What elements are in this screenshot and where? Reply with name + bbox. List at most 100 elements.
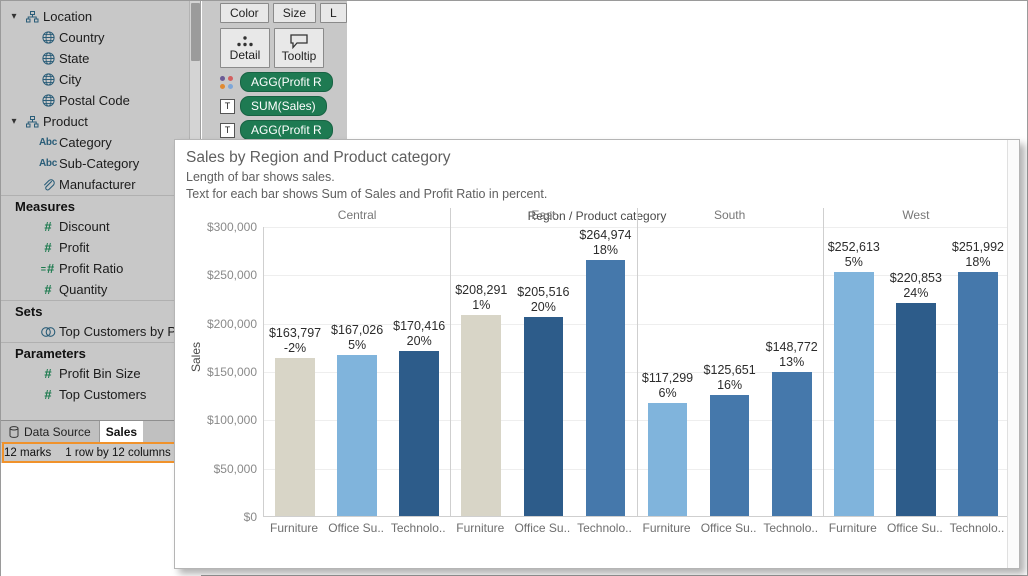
bar-label-south-0: $117,299 6% xyxy=(637,371,699,401)
marks-card[interactable]: Color Size L Detail Tooltip AGG(Profit R… xyxy=(202,1,347,139)
data-field-country[interactable]: Country xyxy=(1,27,190,48)
chevron-down-icon[interactable]: ▾ xyxy=(7,116,21,127)
data-field-profit-ratio[interactable]: # Profit Ratio xyxy=(1,258,190,279)
bar-east-1[interactable] xyxy=(523,317,564,516)
abc-icon: Abc xyxy=(39,158,57,169)
category-label: Technolo.. xyxy=(949,521,1005,535)
bar-west-0[interactable] xyxy=(833,271,874,516)
viz-title: Sales by Region and Product category xyxy=(186,149,451,166)
bar-east-2[interactable] xyxy=(585,259,626,516)
bar-label-west-2: $251,992 18% xyxy=(947,240,1009,270)
bar-south-2[interactable] xyxy=(771,372,812,516)
marks-pill-sum-sales[interactable]: SUM(Sales) xyxy=(240,96,327,116)
number-icon: # xyxy=(44,366,52,381)
bar-south-1[interactable] xyxy=(709,394,750,516)
viz-scrollbar[interactable] xyxy=(1007,140,1019,568)
data-field-profit[interactable]: # Profit xyxy=(1,237,190,258)
category-label: Technolo.. xyxy=(763,521,819,535)
bar-central-0[interactable] xyxy=(275,357,315,516)
data-field-quantity[interactable]: # Quantity xyxy=(1,279,190,300)
data-field-group-location[interactable]: ▾ Location xyxy=(1,6,190,27)
bar-sales-value: $251,992 xyxy=(951,240,1005,255)
bar-label-west-0: $252,613 5% xyxy=(823,240,885,270)
bar-profit-ratio-value: 13% xyxy=(779,355,805,370)
bar-central-1[interactable] xyxy=(337,354,377,516)
y-tick-label: $300,000 xyxy=(206,220,257,234)
category-label: Furniture xyxy=(270,521,319,535)
marks-label-button[interactable]: L xyxy=(320,3,347,23)
text-icon: T xyxy=(220,98,235,114)
data-field-sub-category[interactable]: Abc Sub-Category xyxy=(1,153,190,174)
data-section-header-parameters: Parameters xyxy=(1,342,190,363)
marks-tooltip-button[interactable]: Tooltip xyxy=(274,28,324,68)
data-section-header-sets: Sets xyxy=(1,300,190,321)
chevron-down-icon[interactable]: ▾ xyxy=(7,11,21,22)
detail-icon xyxy=(237,35,253,46)
tab-sheet-sales[interactable]: Sales xyxy=(99,421,144,442)
data-field-group-product[interactable]: ▾ Product xyxy=(1,111,190,132)
data-field-label: Top Customers by Prof xyxy=(59,324,192,339)
data-field-label: Postal Code xyxy=(59,93,130,108)
tab-sheet-label: Sales xyxy=(105,424,138,439)
bar-central-2[interactable] xyxy=(399,351,440,516)
bottom-tab-strip[interactable]: Data Source Sales xyxy=(1,420,201,442)
data-pane[interactable]: ▾ Location Country State City Postal Code ▾ Pro… xyxy=(1,1,201,420)
text-icon: T xyxy=(220,122,235,138)
viz-subtitle-2: Text for each bar shows Sum of Sales and… xyxy=(186,187,548,201)
data-field-discount[interactable]: # Discount xyxy=(1,216,190,237)
tab-data-source[interactable]: Data Source xyxy=(1,421,100,442)
globe-icon xyxy=(37,52,59,65)
globe-icon xyxy=(41,94,55,107)
marks-pill-profit-ratio-color[interactable]: AGG(Profit R xyxy=(240,72,333,92)
category-label: Furniture xyxy=(642,521,691,535)
category-label: Furniture xyxy=(456,521,505,535)
data-field-label: Discount xyxy=(59,219,110,234)
y-tick-label: $150,000 xyxy=(206,365,257,379)
marks-pill-profit-ratio-text[interactable]: AGG(Profit R xyxy=(240,120,333,139)
calculated-number-icon: # xyxy=(37,261,59,276)
bar-west-1[interactable] xyxy=(896,302,936,516)
data-field-top-customers-by-prof[interactable]: Top Customers by Prof xyxy=(1,321,192,342)
number-icon: # xyxy=(44,282,52,297)
bar-profit-ratio-value: 5% xyxy=(348,337,367,352)
marks-pill-row-profit-ratio: T AGG(Profit R xyxy=(202,116,347,139)
marks-detail-button[interactable]: Detail xyxy=(220,28,270,68)
data-field-list[interactable]: ▾ Location Country State City Postal Code ▾ Pro… xyxy=(1,6,192,405)
marks-size-button[interactable]: Size xyxy=(272,3,317,23)
data-field-postal-code[interactable]: Postal Code xyxy=(1,90,190,111)
data-field-manufacturer[interactable]: Manufacturer xyxy=(1,174,190,195)
status-rows-columns: 1 row by 12 columns xyxy=(65,447,171,459)
number-icon: # xyxy=(37,240,59,255)
bar-sales-value: $208,291 xyxy=(455,282,508,297)
data-field-city[interactable]: City xyxy=(1,69,190,90)
bar-profit-ratio-value: 1% xyxy=(472,297,491,312)
data-field-profit-bin-size[interactable]: # Profit Bin Size xyxy=(1,363,190,384)
number-icon: # xyxy=(44,219,52,234)
status-bar: 12 marks 1 row by 12 columns xyxy=(1,442,201,463)
data-pane-scroll-thumb[interactable] xyxy=(191,3,200,61)
data-field-label: City xyxy=(59,72,82,87)
data-field-label: Location xyxy=(43,9,93,24)
bar-profit-ratio-value: 18% xyxy=(965,255,991,270)
bar-sales-value: $148,772 xyxy=(765,340,818,355)
bar-sales-value: $264,974 xyxy=(579,227,632,242)
data-field-top-customers[interactable]: # Top Customers xyxy=(1,384,190,405)
bar-profit-ratio-value: -2% xyxy=(283,340,307,355)
bar-south-0[interactable] xyxy=(647,402,688,516)
marks-color-button[interactable]: Color xyxy=(220,3,269,23)
category-label: Office Su.. xyxy=(328,521,385,535)
bar-profit-ratio-value: 16% xyxy=(717,377,743,392)
bar-label-west-1: $220,853 24% xyxy=(885,271,947,301)
number-icon: # xyxy=(37,282,59,297)
bar-profit-ratio-value: 20% xyxy=(530,300,556,315)
calculated-number-icon: # xyxy=(42,261,54,276)
data-field-state[interactable]: State xyxy=(1,48,190,69)
number-icon: # xyxy=(37,366,59,381)
viz-subtitle-1: Length of bar shows sales. xyxy=(186,170,335,184)
data-field-label: Sub-Category xyxy=(59,156,140,171)
bar-east-0[interactable] xyxy=(461,314,502,516)
data-field-label: Profit Ratio xyxy=(59,261,124,276)
abc-icon: Abc xyxy=(39,137,57,148)
data-field-category[interactable]: Abc Category xyxy=(1,132,190,153)
bar-west-2[interactable] xyxy=(958,272,998,516)
